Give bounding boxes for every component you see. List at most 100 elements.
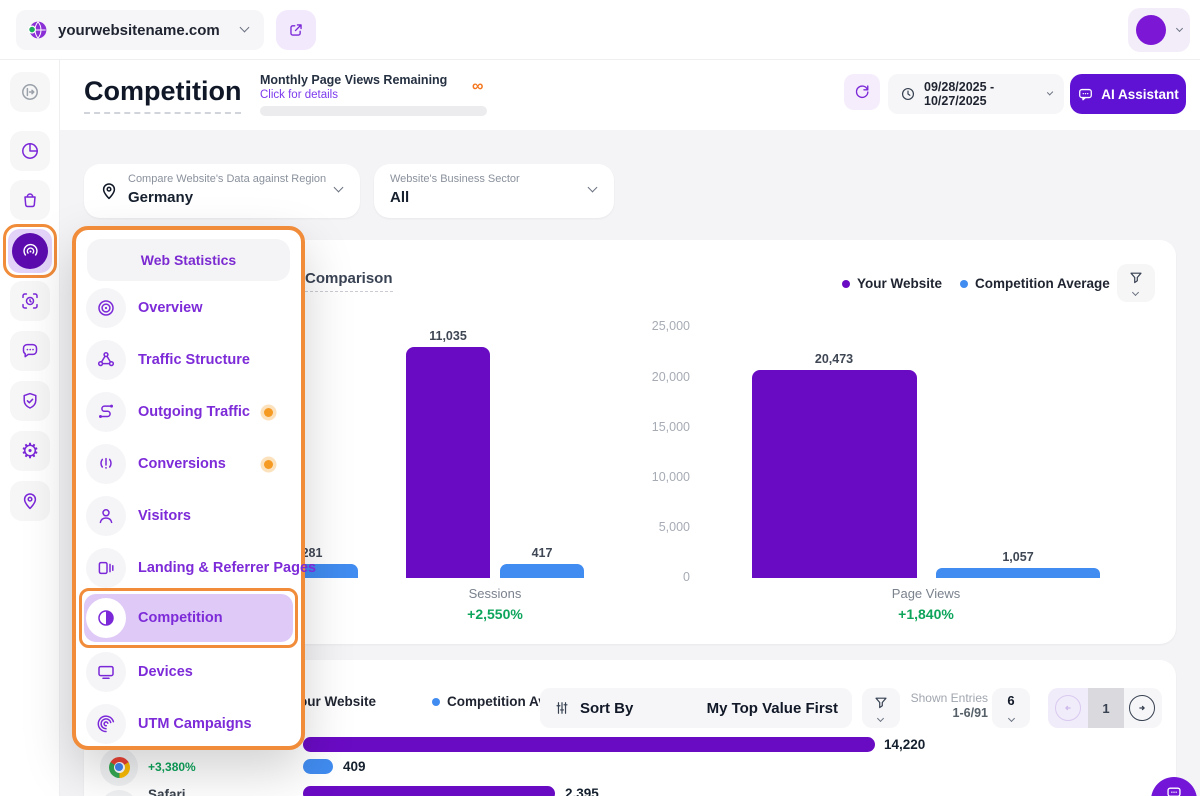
quota-details-link[interactable]: Click for details [260,89,487,101]
notification-dot [264,408,273,417]
chevron-down-icon [240,23,250,33]
menu-item-visitors[interactable]: Visitors [86,490,291,542]
y-tick: 20,000 [652,370,690,384]
next-page-button[interactable] [1129,695,1155,721]
menu-header: Web Statistics [87,239,290,281]
menu-item-overview[interactable]: Overview [86,282,291,334]
menu-item-landing-referrer-pages[interactable]: Landing & Referrer Pages [86,542,291,594]
page-size-dropdown[interactable]: 6 [992,688,1030,728]
legend-dot-blue [960,280,968,288]
website-selector[interactable]: yourwebsitename.com [16,10,264,50]
hbar-value: 409 [343,759,366,774]
menu-item-outgoing-traffic[interactable]: Outgoing Traffic [86,386,291,438]
your-website-hbar [303,737,875,752]
chevron-down-icon [1132,289,1139,296]
menu-item-conversions[interactable]: Conversions [86,438,291,490]
change-label: +1,840% [898,606,954,622]
filter-icon [1128,270,1144,286]
location-pin-icon [20,491,40,511]
top-bar: yourwebsitename.com [0,0,1200,60]
y-tick: 15,000 [652,420,690,434]
chevron-down-icon [588,183,598,193]
gear-icon: ⚙ [21,441,40,462]
bar-value-label: 417 [532,546,553,560]
legend-dot-purple [842,280,850,288]
sector-filter-value: All [390,189,409,206]
shown-entries: Shown Entries 1-6/91 [908,691,988,720]
sort-by-value: My Top Value First [707,700,838,717]
notification-dot [264,460,273,469]
shown-entries-value: 1-6/91 [908,706,988,720]
ai-assistant-label: AI Assistant [1101,87,1179,102]
chrome-logo-icon [100,748,138,786]
row-change-label: +3,380% [148,760,196,774]
quota-block: Monthly Page Views Remaining Click for d… [260,73,487,116]
hbar-value: 2,395 [565,786,599,796]
chart-filter-button[interactable] [1117,264,1155,302]
scan-icon [20,291,40,311]
clock-icon [900,86,916,102]
region-filter-label: Compare Website's Data against Region [128,173,326,185]
arrow-left-icon [1061,701,1075,715]
legend-your-website[interactable]: Your Website [842,276,942,291]
user-menu[interactable] [1128,8,1190,52]
globe-icon [27,19,49,41]
hbar-value: 14,220 [884,737,925,752]
page-title: Competition [84,76,241,114]
sidebar-item-settings[interactable]: ⚙ [10,431,50,471]
bullseye-icon [96,298,116,318]
y-tick: 0 [683,570,690,584]
date-range-picker[interactable]: 09/28/2025 - 10/27/2025 [888,74,1064,114]
app-screen: yourwebsitename.com [0,0,1200,796]
open-website-button[interactable] [276,10,316,50]
legend-dot-blue [432,698,440,706]
sort-by-dropdown[interactable]: Sort By My Top Value First [540,688,852,728]
row-label: Safari [148,787,186,796]
web-statistics-icon [12,233,48,269]
competition-bar-pageviews [936,568,1100,578]
pie-chart-icon [20,141,40,161]
chevron-down-icon [877,715,884,722]
avatar [1136,15,1166,45]
sidebar-item-reports[interactable] [10,131,50,171]
page-number[interactable]: 1 [1088,688,1124,728]
pagination: 1 [1048,688,1162,728]
sidebar-item-monitoring[interactable] [10,281,50,321]
menu-item-traffic-structure[interactable]: Traffic Structure [86,334,291,386]
arrow-right-icon [1135,701,1149,715]
sort-by-label: Sort By [580,700,633,717]
sector-filter-label: Website's Business Sector [390,173,520,185]
prev-page-button[interactable] [1055,695,1081,721]
bar-value-label: 11,035 [429,329,467,343]
y-tick: 10,000 [652,470,690,484]
menu-item-devices[interactable]: Devices [86,646,291,698]
list-filter-button[interactable] [862,688,900,728]
page-header: Competition Monthly Page Views Remaining… [60,60,1200,130]
sidebar-item-store[interactable] [10,180,50,220]
sidebar-item-web-statistics[interactable] [8,229,52,273]
swirl-icon [96,714,116,734]
map-pin-icon [99,181,119,201]
web-statistics-menu: Web Statistics Overview Traffic Structur… [72,226,305,750]
sector-filter-dropdown[interactable]: Website's Business Sector All [374,164,614,218]
menu-item-utm-campaigns[interactable]: UTM Campaigns [86,698,291,750]
legend-competition-average[interactable]: Competition Average [960,276,1110,291]
your-website-hbar [303,786,555,796]
sliders-icon [554,700,570,716]
bar-value-label: 20,473 [815,352,853,366]
shield-check-icon [20,391,40,411]
category-label: Page Views [892,586,960,601]
chevron-down-icon [1046,89,1053,96]
ai-assistant-button[interactable]: AI Assistant [1070,74,1186,114]
chevron-down-icon [334,183,344,193]
chevron-down-icon [1007,715,1014,722]
sidebar-item-expand[interactable] [10,72,50,112]
sidebar-item-security[interactable] [10,381,50,421]
sidebar-item-location[interactable] [10,481,50,521]
active-item-highlight-box [79,588,298,648]
refresh-button[interactable] [844,74,880,110]
sidebar-item-messages[interactable] [10,331,50,371]
chat-icon [20,341,40,361]
sidebar: ⚙ [0,60,60,796]
region-filter-dropdown[interactable]: Compare Website's Data against Region Ge… [84,164,360,218]
